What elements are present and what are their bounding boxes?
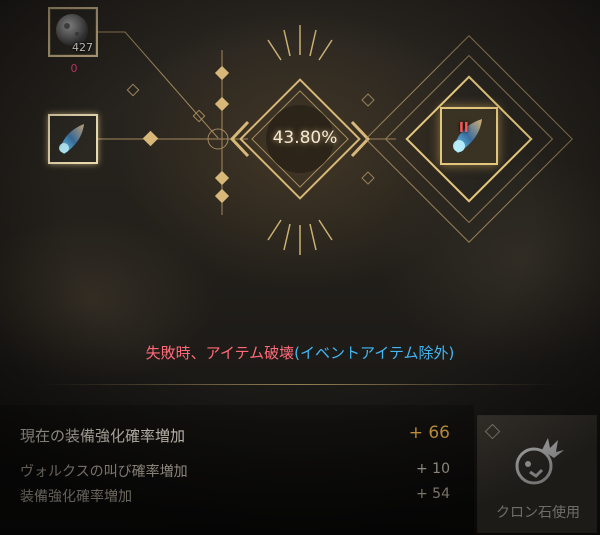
gem-item-icon [59, 124, 84, 154]
cron-stone-label: クロン石使用 [496, 505, 580, 521]
current-bonus-value: + 66 [408, 423, 450, 443]
gem-item-icon [453, 119, 482, 153]
enhance-material-slot[interactable]: 427 [48, 7, 98, 57]
divider [40, 384, 560, 385]
enhance-level-badge: II [459, 121, 469, 136]
success-rate: 43.80% [272, 128, 338, 148]
enhance-bonus-value: + 54 [416, 486, 450, 502]
target-item-slot[interactable] [48, 114, 98, 164]
valks-cry-label: ヴォルクスの叫び確率増加 [20, 464, 188, 480]
stats-panel: 現在の装備強化確率増加 + 66 ヴォルクスの叫び確率増加 + 10 装備強化確… [0, 405, 474, 535]
result-item-slot[interactable]: II [440, 107, 498, 165]
failure-warning: 失敗時、アイテム破壊(イベントアイテム除外) [0, 342, 600, 363]
cron-stone-button[interactable]: クロン石使用 [477, 415, 597, 533]
material-owned-count: 0 [70, 62, 78, 75]
cron-stone-icon [515, 438, 564, 485]
warning-exclusion-text: (イベントアイテム除外) [294, 344, 455, 362]
valks-cry-value: + 10 [416, 461, 450, 477]
current-bonus-label: 現在の装備強化確率増加 [20, 427, 186, 445]
material-quantity: 427 [72, 41, 93, 54]
cron-checkbox-icon [484, 423, 501, 440]
warning-destroy-text: 失敗時、アイテム破壊 [145, 344, 295, 362]
enhance-bonus-label: 装備強化確率増加 [20, 489, 132, 505]
